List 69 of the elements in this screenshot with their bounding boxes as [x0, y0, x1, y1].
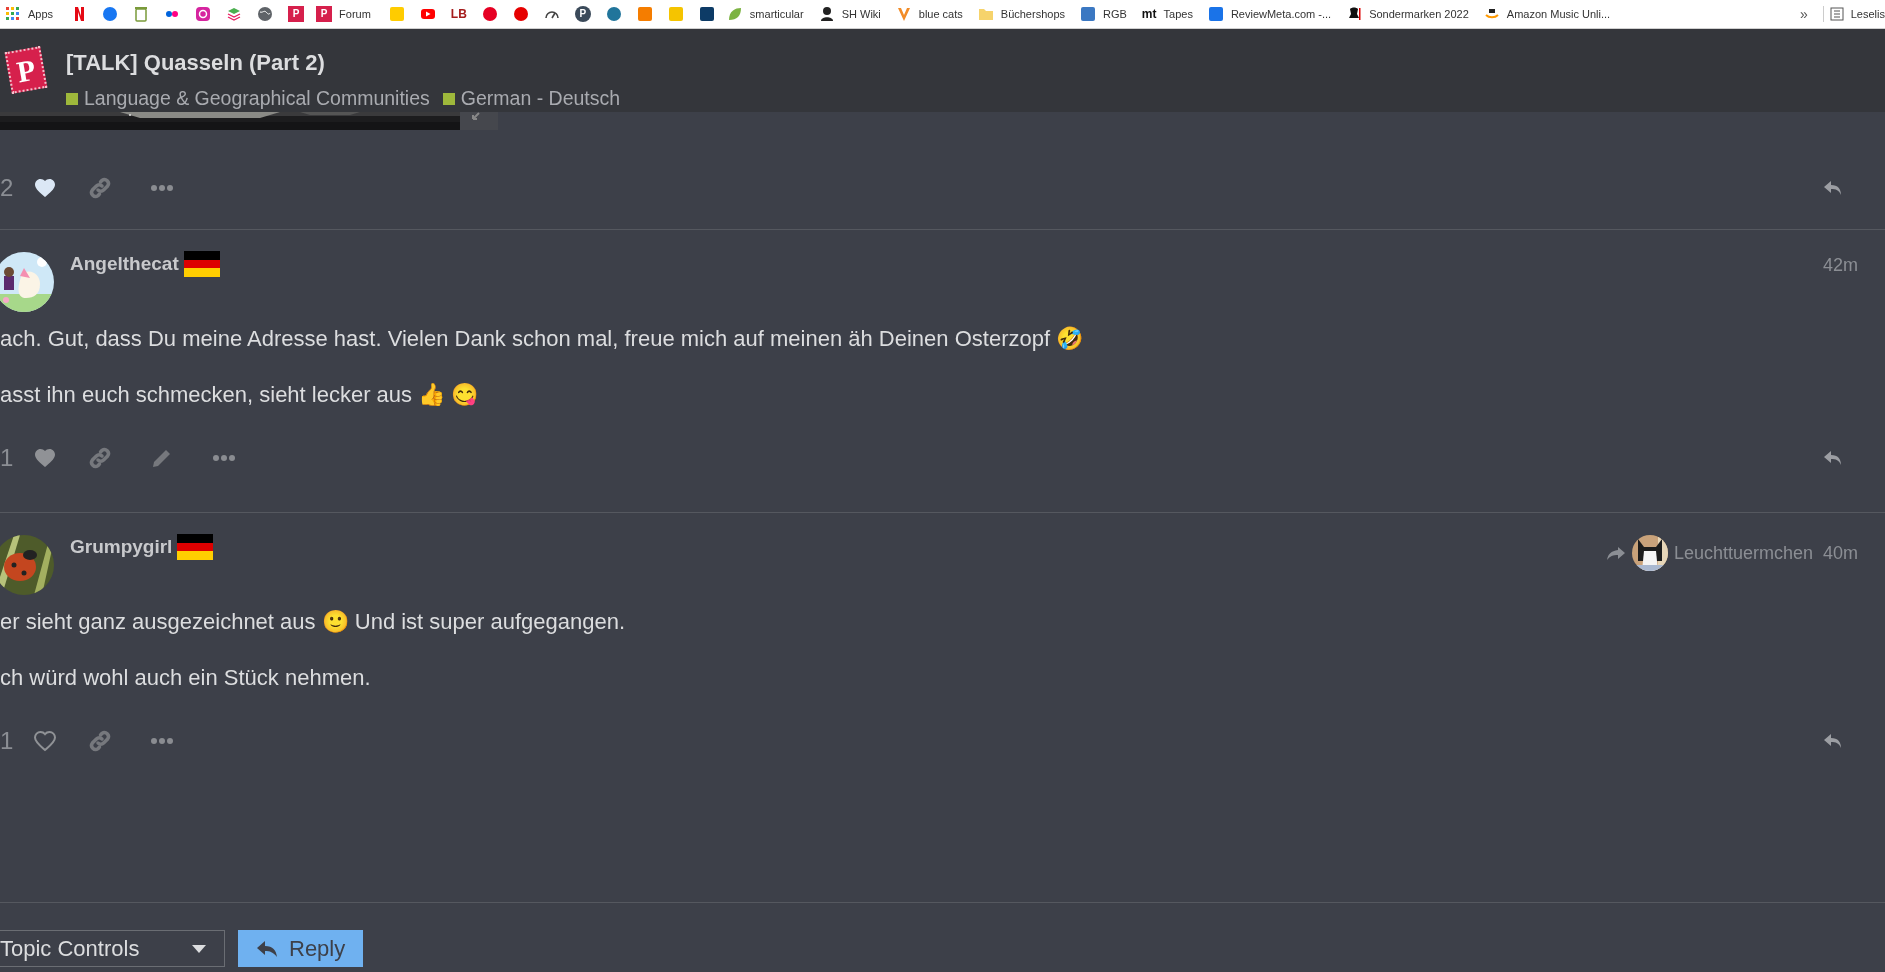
v-icon	[895, 6, 912, 22]
post-text: ch würd wohl auch ein Stück nehmen.	[0, 665, 372, 691]
bookmark-link[interactable]: RGB	[1080, 5, 1127, 23]
logo-icon: mt	[1141, 6, 1157, 22]
topic-controls-dropdown[interactable]: Topic Controls	[0, 930, 225, 967]
heart-icon	[32, 728, 58, 754]
caret-icon	[192, 944, 206, 953]
more-icon	[212, 454, 236, 462]
circle-icon	[605, 6, 622, 22]
camera-icon	[195, 6, 212, 22]
circle-icon	[481, 6, 498, 22]
username-link[interactable]: Angelthecat	[70, 250, 179, 279]
like-count: 1	[0, 726, 15, 756]
square-icon	[667, 6, 684, 22]
bookmark-link[interactable]: P Forum	[316, 5, 371, 23]
bookmark-link[interactable]: Sondermarken 2022	[1346, 5, 1469, 23]
more-button[interactable]	[150, 737, 174, 745]
silhouette-icon	[818, 6, 835, 22]
bookmark-link[interactable]: mt Tapes	[1141, 5, 1193, 23]
square-icon	[698, 6, 715, 22]
more-icon	[150, 737, 174, 745]
copy-link-button[interactable]	[88, 176, 112, 200]
bookmark-link[interactable]: Büchershops	[977, 5, 1065, 23]
bookmark-link[interactable]: ReviewMeta.com -...	[1207, 5, 1332, 23]
globe-icon	[257, 6, 274, 22]
link-icon	[88, 729, 112, 753]
germany-flag-icon	[183, 251, 220, 278]
bookmark-link[interactable]: Amazon Music Unli...	[1483, 5, 1611, 23]
circle-icon	[512, 6, 529, 22]
more-icon	[150, 184, 174, 192]
stamp-icon: P	[316, 6, 333, 22]
reading-list-button[interactable]: Leselis	[1822, 5, 1885, 23]
list-icon	[1829, 7, 1844, 21]
more-button[interactable]	[212, 454, 236, 462]
square-icon	[388, 6, 405, 22]
bookmark-link[interactable]: SH Wiki	[818, 5, 881, 23]
copy-link-button[interactable]	[88, 729, 112, 753]
germany-flag-icon	[177, 534, 214, 561]
site-logo[interactable]: P	[4, 46, 48, 94]
more-bookmarks-button[interactable]: »	[1799, 3, 1808, 25]
category-link[interactable]: German - Deutsch	[442, 84, 621, 114]
layers-icon	[226, 6, 243, 22]
more-button[interactable]	[150, 184, 174, 192]
circle-icon	[102, 6, 119, 22]
copy-link-button[interactable]	[88, 446, 112, 470]
topic-title[interactable]: [TALK] Quasseln (Part 2)	[66, 46, 621, 79]
category-link[interactable]: Language & Geographical Communities	[66, 84, 430, 114]
post-text: er sieht ganz ausgezeichnet aus 🙂 Und ist super aufgegangen.	[0, 609, 627, 635]
leaf-icon	[726, 6, 743, 22]
post-text: asst ihn euch schmecken, sieht lecker aus 👍 😋	[0, 382, 480, 408]
bookmark-link[interactable]: smarticular	[726, 5, 804, 23]
play-icon	[419, 6, 436, 22]
link-icon	[88, 446, 112, 470]
username-link[interactable]: Grumpygirl	[70, 533, 173, 562]
grid-icon	[5, 6, 21, 22]
like-count: 2	[0, 173, 15, 203]
bin-icon	[133, 6, 150, 22]
bookmark-link[interactable]: blue cats	[895, 5, 963, 23]
bookmark-link[interactable]: Apps	[5, 5, 54, 23]
like-count: 1	[0, 443, 15, 473]
like-button[interactable]	[32, 728, 58, 754]
square-icon	[1207, 6, 1224, 22]
reply-button[interactable]: Reply	[238, 930, 363, 967]
post-text: ach. Gut, dass Du meine Adresse hast. Vielen Dank schon mal, freue mich auf meinen äh Deinen Osterzopf 🤣	[0, 326, 1085, 352]
folder-icon	[977, 6, 994, 22]
share-arrow-icon	[1605, 544, 1626, 562]
link-icon	[88, 176, 112, 200]
square-icon	[636, 6, 653, 22]
square-icon	[1080, 6, 1096, 22]
